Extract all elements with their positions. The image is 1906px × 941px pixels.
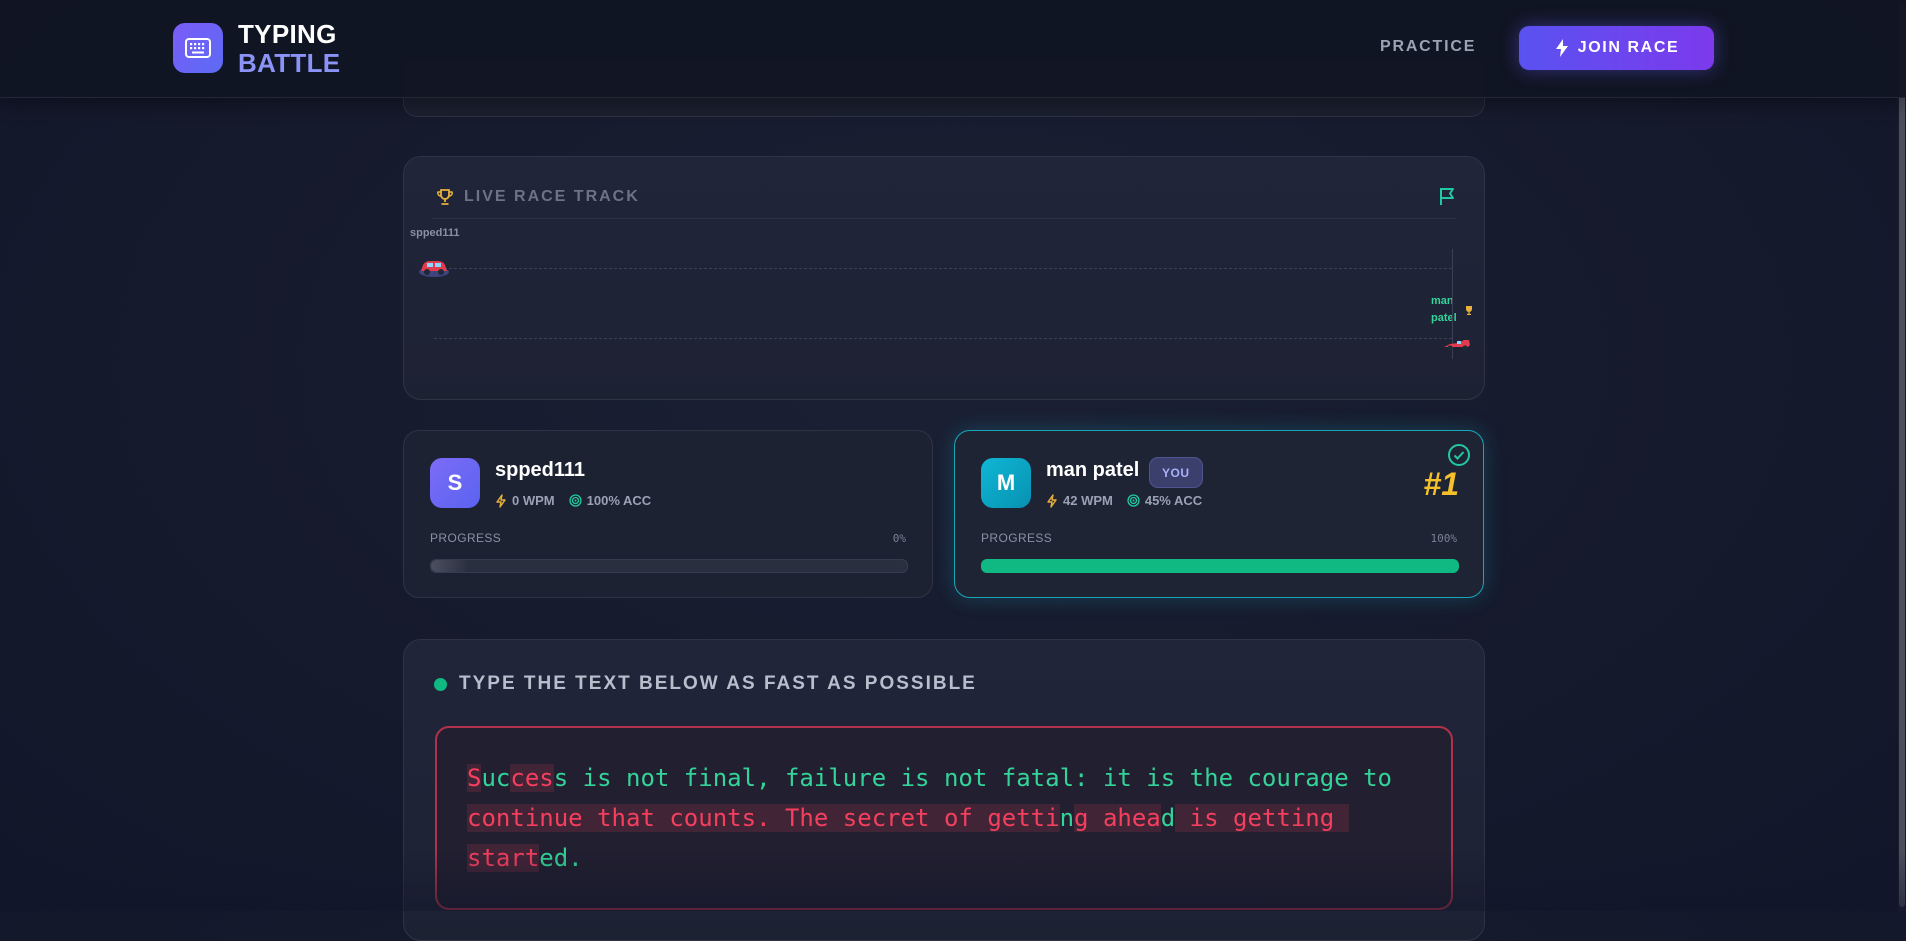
progress-label: PROGRESS (981, 531, 1053, 545)
typing-instruction: TYPE THE TEXT BELOW AS FAST AS POSSIBLE (434, 673, 977, 695)
car-icon (419, 261, 449, 277)
top-header: TYPING BATTLE PRACTICE JOIN RACE (0, 0, 1906, 98)
join-race-button[interactable]: JOIN RACE (1519, 26, 1714, 70)
scrollbar-thumb[interactable] (1899, 2, 1905, 907)
accuracy-value: 45% ACC (1144, 493, 1203, 508)
progress-percent: 0% (892, 532, 906, 545)
typing-card: TYPE THE TEXT BELOW AS FAST AS POSSIBLE … (403, 639, 1485, 941)
join-race-label: JOIN RACE (1577, 39, 1680, 56)
lightning-icon (1555, 39, 1568, 57)
avatar: M (981, 458, 1031, 508)
check-circle-icon (1448, 444, 1470, 466)
race-lane-2 (434, 338, 1452, 339)
rank-badge: #1 (1423, 466, 1459, 502)
race-track-card: LIVE RACE TRACK spped111 man patel (403, 156, 1485, 400)
player-card-man-patel: M man patel YOU 42 WPM 45% ACC #1 PROGRE… (954, 430, 1484, 598)
lightning-icon (1047, 493, 1057, 508)
logo-line-2: BATTLE (238, 48, 341, 78)
scrollbar[interactable] (1898, 0, 1906, 911)
racer-name-spped111: spped111 (410, 227, 460, 239)
accuracy-value: 100% ACC (586, 493, 652, 508)
typing-passage: Success is not final, failure is not fat… (467, 764, 1392, 872)
wpm-value: 0 WPM (512, 493, 555, 508)
race-car-icon (1444, 340, 1470, 351)
player-name: spped111 (495, 459, 586, 481)
typing-text-box[interactable]: Success is not final, failure is not fat… (435, 726, 1453, 910)
logo-line-1: TYPING (238, 19, 337, 49)
player-stats: 0 WPM 100% ACC (495, 493, 651, 508)
progress-fill (431, 560, 470, 572)
target-icon (1127, 494, 1140, 507)
track-divider (432, 218, 1456, 219)
flag-icon (1440, 188, 1454, 205)
accuracy-stat: 45% ACC (1127, 493, 1202, 508)
race-lane-1 (434, 268, 1452, 269)
race-track-title-text: LIVE RACE TRACK (464, 188, 640, 205)
progress-bar (981, 559, 1459, 573)
progress-fill (982, 560, 1458, 572)
lightning-icon (496, 493, 506, 508)
avatar: S (430, 458, 480, 508)
target-icon (568, 494, 582, 507)
wpm-value: 42 WPM (1063, 493, 1113, 508)
race-track-title: LIVE RACE TRACK (436, 188, 640, 206)
you-badge: YOU (1149, 457, 1203, 488)
wpm-stat: 42 WPM (1046, 493, 1113, 508)
trophy-icon (437, 189, 453, 205)
progress-bar (430, 559, 908, 573)
logo[interactable] (173, 23, 223, 73)
nav-practice-link[interactable]: PRACTICE (1380, 38, 1476, 56)
trophy-icon (1466, 306, 1472, 315)
status-dot (434, 677, 447, 691)
progress-percent: 100% (1430, 532, 1458, 545)
player-stats: 42 WPM 45% ACC (1046, 493, 1202, 508)
player-card-spped111: S spped111 0 WPM 100% ACC PROGRESS 0% (403, 430, 933, 598)
player-name: man patel (1046, 459, 1140, 481)
accuracy-stat: 100% ACC (568, 493, 652, 508)
logo-text[interactable]: TYPING BATTLE (238, 20, 340, 78)
typing-instruction-text: TYPE THE TEXT BELOW AS FAST AS POSSIBLE (459, 673, 977, 694)
keyboard-icon (185, 38, 211, 58)
wpm-stat: 0 WPM (495, 493, 555, 508)
progress-label: PROGRESS (430, 531, 502, 545)
